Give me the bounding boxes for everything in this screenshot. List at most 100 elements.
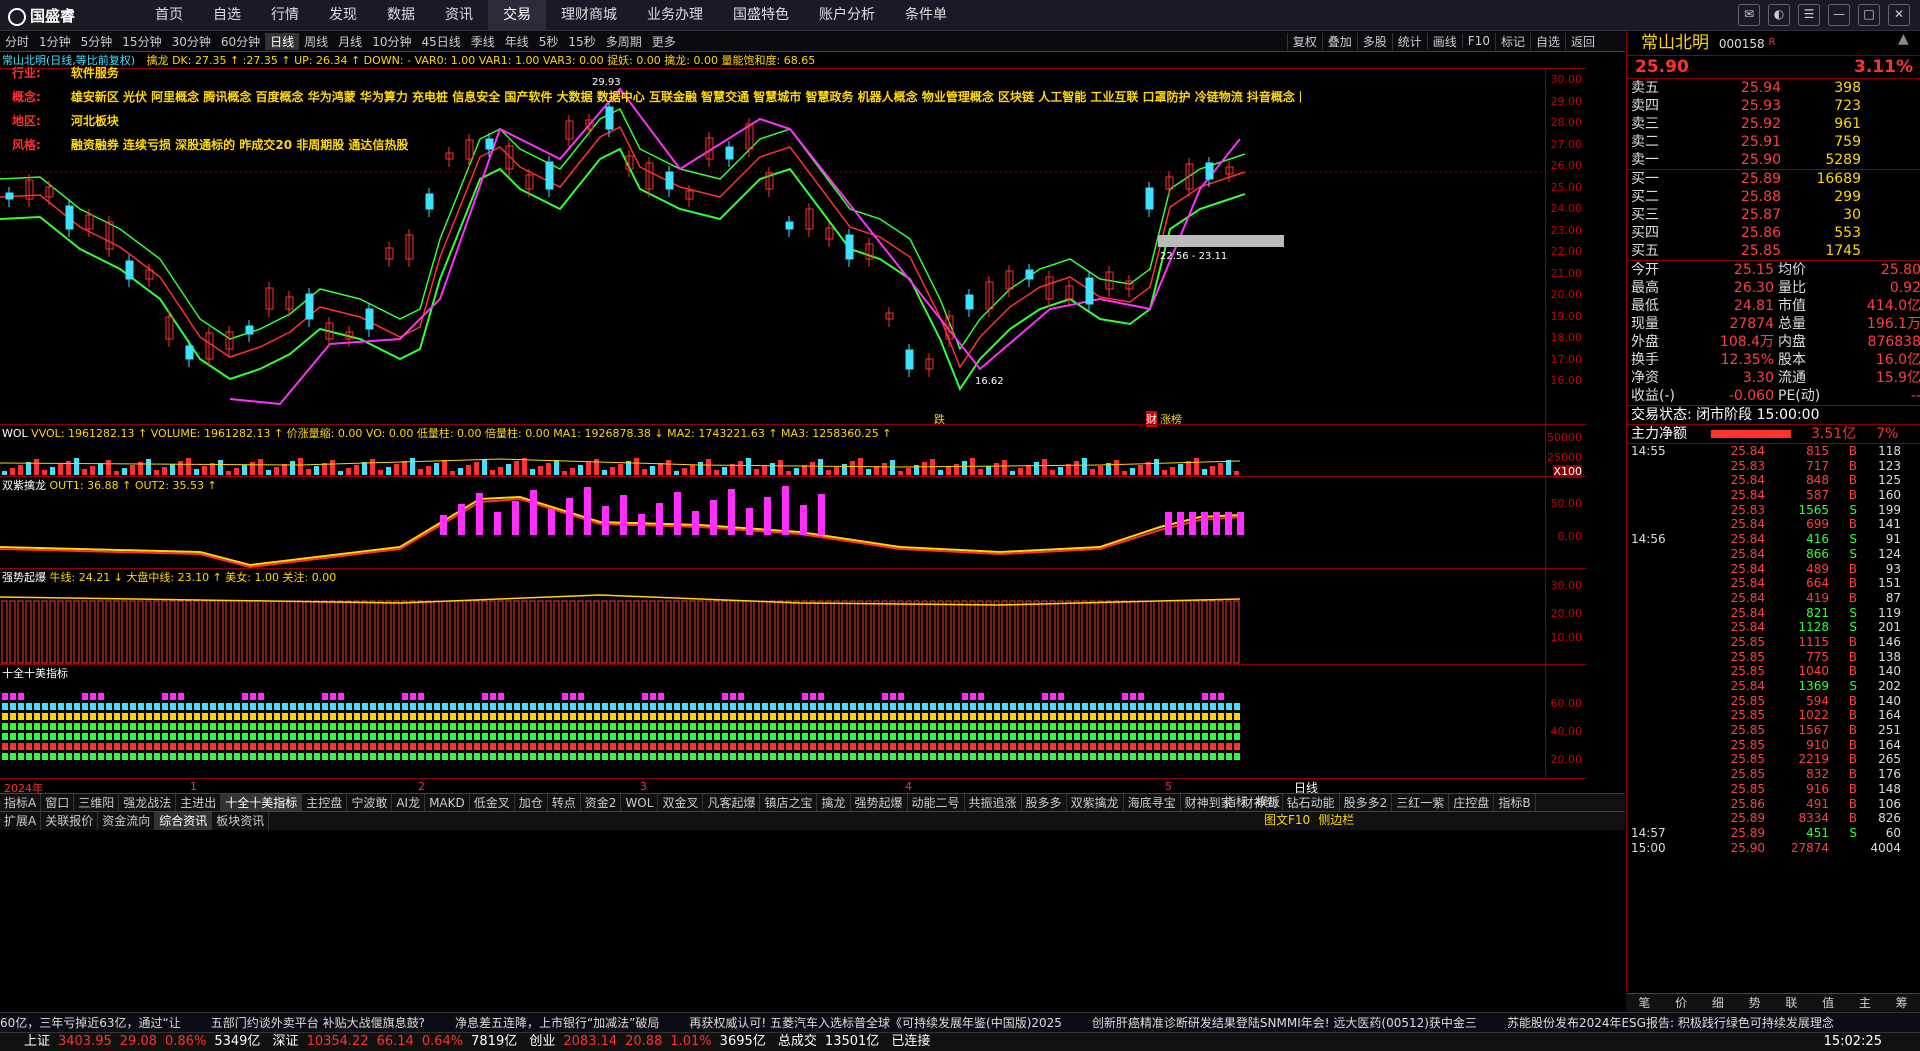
ext-tab-4[interactable]: 板块资讯	[212, 812, 270, 830]
period-8[interactable]: 月线	[333, 33, 367, 50]
menu-item-2[interactable]: 行情	[256, 0, 314, 30]
indicator-tab-23[interactable]: 双紫擒龙	[1067, 794, 1124, 812]
tool-5[interactable]: F10	[1461, 34, 1495, 48]
menu-item-5[interactable]: 资讯	[430, 0, 488, 30]
period-16[interactable]: 更多	[647, 33, 681, 50]
news-item-2[interactable]: 净息差五连降，上市银行“加减法”破局	[455, 1016, 659, 1030]
indicator-tab-17[interactable]: 镇店之宝	[760, 794, 818, 812]
shuangzi-panel[interactable]: 双紫擒龙 OUT1: 36.88 ↑ OUT2: 35.53 ↑ 50.00 0…	[0, 476, 1586, 569]
menu-item-7[interactable]: 理财商城	[546, 0, 632, 30]
news-item-3[interactable]: 再获权威认可! 五菱汽车入选标普全球《可持续发展年鉴(中国版)2025	[689, 1016, 1062, 1030]
indicator-tab-13[interactable]: 资金2	[581, 794, 622, 812]
indicator-tab-27[interactable]: 钻石动能	[1283, 794, 1340, 812]
tool-1[interactable]: 叠加	[1321, 32, 1357, 50]
indicator-tab-9[interactable]: MAKD	[425, 794, 470, 812]
menu-item-10[interactable]: 账户分析	[804, 0, 890, 30]
quote-tab-5[interactable]: 值	[1810, 994, 1847, 1012]
indicator-tab-14[interactable]: WOL	[621, 794, 659, 812]
period-1[interactable]: 1分钟	[34, 33, 76, 50]
indicator-tab-22[interactable]: 股多多	[1022, 794, 1067, 812]
period-11[interactable]: 季线	[466, 33, 500, 50]
indicator-tab-10[interactable]: 低金叉	[470, 794, 515, 812]
period-5[interactable]: 60分钟	[216, 33, 265, 50]
indicator-tab-5[interactable]: 十全十美指标	[221, 794, 303, 812]
indicator-tab-1[interactable]: 窗口	[41, 794, 75, 812]
quote-tab-2[interactable]: 细	[1700, 994, 1737, 1012]
period-7[interactable]: 周线	[299, 33, 333, 50]
quote-tab-4[interactable]: 联	[1773, 994, 1810, 1012]
up-arrow-icon[interactable]: ▲	[1898, 31, 1920, 47]
indicator-tab-12[interactable]: 转点	[548, 794, 581, 812]
indicator-tab-8[interactable]: AI龙	[392, 794, 426, 812]
message-icon[interactable]: ✉	[1738, 4, 1760, 26]
indicator-tab-7[interactable]: 宁波敢	[347, 794, 393, 812]
menu-item-4[interactable]: 数据	[372, 0, 430, 30]
tool-7[interactable]: 自选	[1529, 32, 1565, 50]
shiquan-panel[interactable]: 十全十美指标 60.00 40.00 20.00	[0, 664, 1586, 779]
ext-tab-1[interactable]: 关联报价	[41, 812, 99, 830]
quote-tab-6[interactable]: 主	[1847, 994, 1884, 1012]
period-6[interactable]: 日线	[265, 32, 300, 50]
quote-tab-0[interactable]: 笔	[1626, 994, 1663, 1012]
indicator-tab-20[interactable]: 动能二号	[908, 794, 965, 812]
period-4[interactable]: 30分钟	[167, 33, 216, 50]
menu-item-8[interactable]: 业务办理	[632, 0, 718, 30]
minimize-icon[interactable]: —	[1828, 4, 1850, 26]
period-15[interactable]: 多周期	[601, 33, 647, 50]
menu-item-11[interactable]: 条件单	[890, 0, 962, 30]
tool-8[interactable]: 返回	[1564, 32, 1600, 50]
menu-icon[interactable]: ☰	[1798, 4, 1820, 26]
news-item-1[interactable]: 五部门约谈外卖平台 补贴大战偃旗息鼓?	[211, 1016, 425, 1030]
qiangshi-panel[interactable]: 强势起爆 牛线: 24.21 ↓ 大盘中线: 23.10 ↑ 美女: 1.00 …	[0, 568, 1586, 665]
indicator-tab-30[interactable]: 庄控盘	[1449, 794, 1495, 812]
period-3[interactable]: 15分钟	[117, 33, 166, 50]
price-chart-panel[interactable]: 行业: 软件服务 概念: 雄安新区 光伏 阿里概念 腾讯概念 百度概念 华为鸿蒙 华…	[0, 66, 1586, 427]
indicator-tab-3[interactable]: 强龙战法	[119, 794, 177, 812]
indicator-tab-11[interactable]: 加仓	[515, 794, 548, 812]
quote-tab-3[interactable]: 势	[1736, 994, 1773, 1012]
quote-tab-1[interactable]: 价	[1663, 994, 1700, 1012]
tool-4[interactable]: 画线	[1426, 32, 1462, 50]
menu-item-1[interactable]: 自选	[198, 0, 256, 30]
period-14[interactable]: 15秒	[563, 33, 600, 50]
news-item-4[interactable]: 创新肝癌精准诊断研发结果登陆SNMMI年会! 远大医药(00512)获中金三	[1092, 1016, 1477, 1030]
tool-0[interactable]: 复权	[1286, 32, 1322, 50]
ext-tab-3[interactable]: 综合资讯	[155, 812, 213, 830]
period-10[interactable]: 45日线	[416, 33, 465, 50]
close-icon[interactable]: ✕	[1888, 4, 1910, 26]
indicator-tab-16[interactable]: 凡客起爆	[703, 794, 761, 812]
indicator-tab-29[interactable]: 三红一紫	[1392, 794, 1450, 812]
tool-3[interactable]: 统计	[1391, 32, 1427, 50]
menu-item-6[interactable]: 交易	[488, 0, 546, 30]
f10-link[interactable]: 图文F10	[1260, 811, 1314, 829]
news-item-0[interactable]: 60亿，三年亏掉近63亿，通过“让	[0, 1016, 181, 1030]
menu-item-9[interactable]: 国盛特色	[718, 0, 804, 30]
indicator-tab-31[interactable]: 指标B	[1494, 794, 1536, 812]
period-2[interactable]: 5分钟	[76, 33, 118, 50]
indicator-tab-15[interactable]: 双金叉	[658, 794, 704, 812]
indicator-link[interactable]: 指标	[1220, 793, 1252, 811]
skin-icon[interactable]: ◐	[1768, 4, 1790, 26]
indicator-tab-28[interactable]: 股多多2	[1340, 794, 1393, 812]
period-9[interactable]: 10分钟	[367, 33, 416, 50]
period-12[interactable]: 年线	[500, 33, 534, 50]
tool-2[interactable]: 多股	[1356, 32, 1392, 50]
menu-item-3[interactable]: 发现	[314, 0, 372, 30]
indicator-tab-4[interactable]: 主进出	[176, 794, 222, 812]
news-item-5[interactable]: 苏能股份发布2024年ESG报告: 积极践行绿色可持续发展理念	[1507, 1016, 1834, 1030]
template-link[interactable]: 模板	[1252, 793, 1284, 811]
quote-tab-7[interactable]: 筹	[1883, 994, 1920, 1012]
ext-tab-2[interactable]: 资金流向	[98, 812, 156, 830]
volume-panel[interactable]: WOL VVOL: 1961282.13 ↑ VOLUME: 1961282.1…	[0, 424, 1586, 478]
menu-item-0[interactable]: 首页	[140, 0, 198, 30]
sidebar-link[interactable]: 侧边栏	[1314, 811, 1358, 829]
period-13[interactable]: 5秒	[534, 33, 564, 50]
maximize-icon[interactable]: □	[1858, 4, 1880, 26]
indicator-tab-18[interactable]: 擒龙	[817, 794, 851, 812]
ext-tab-0[interactable]: 扩展A	[0, 812, 42, 830]
period-0[interactable]: 分时	[0, 33, 34, 50]
indicator-tab-21[interactable]: 共振追涨	[965, 794, 1022, 812]
tool-6[interactable]: 标记	[1494, 32, 1530, 50]
indicator-tab-19[interactable]: 强势起爆	[851, 794, 908, 812]
indicator-tab-0[interactable]: 指标A	[0, 794, 42, 812]
